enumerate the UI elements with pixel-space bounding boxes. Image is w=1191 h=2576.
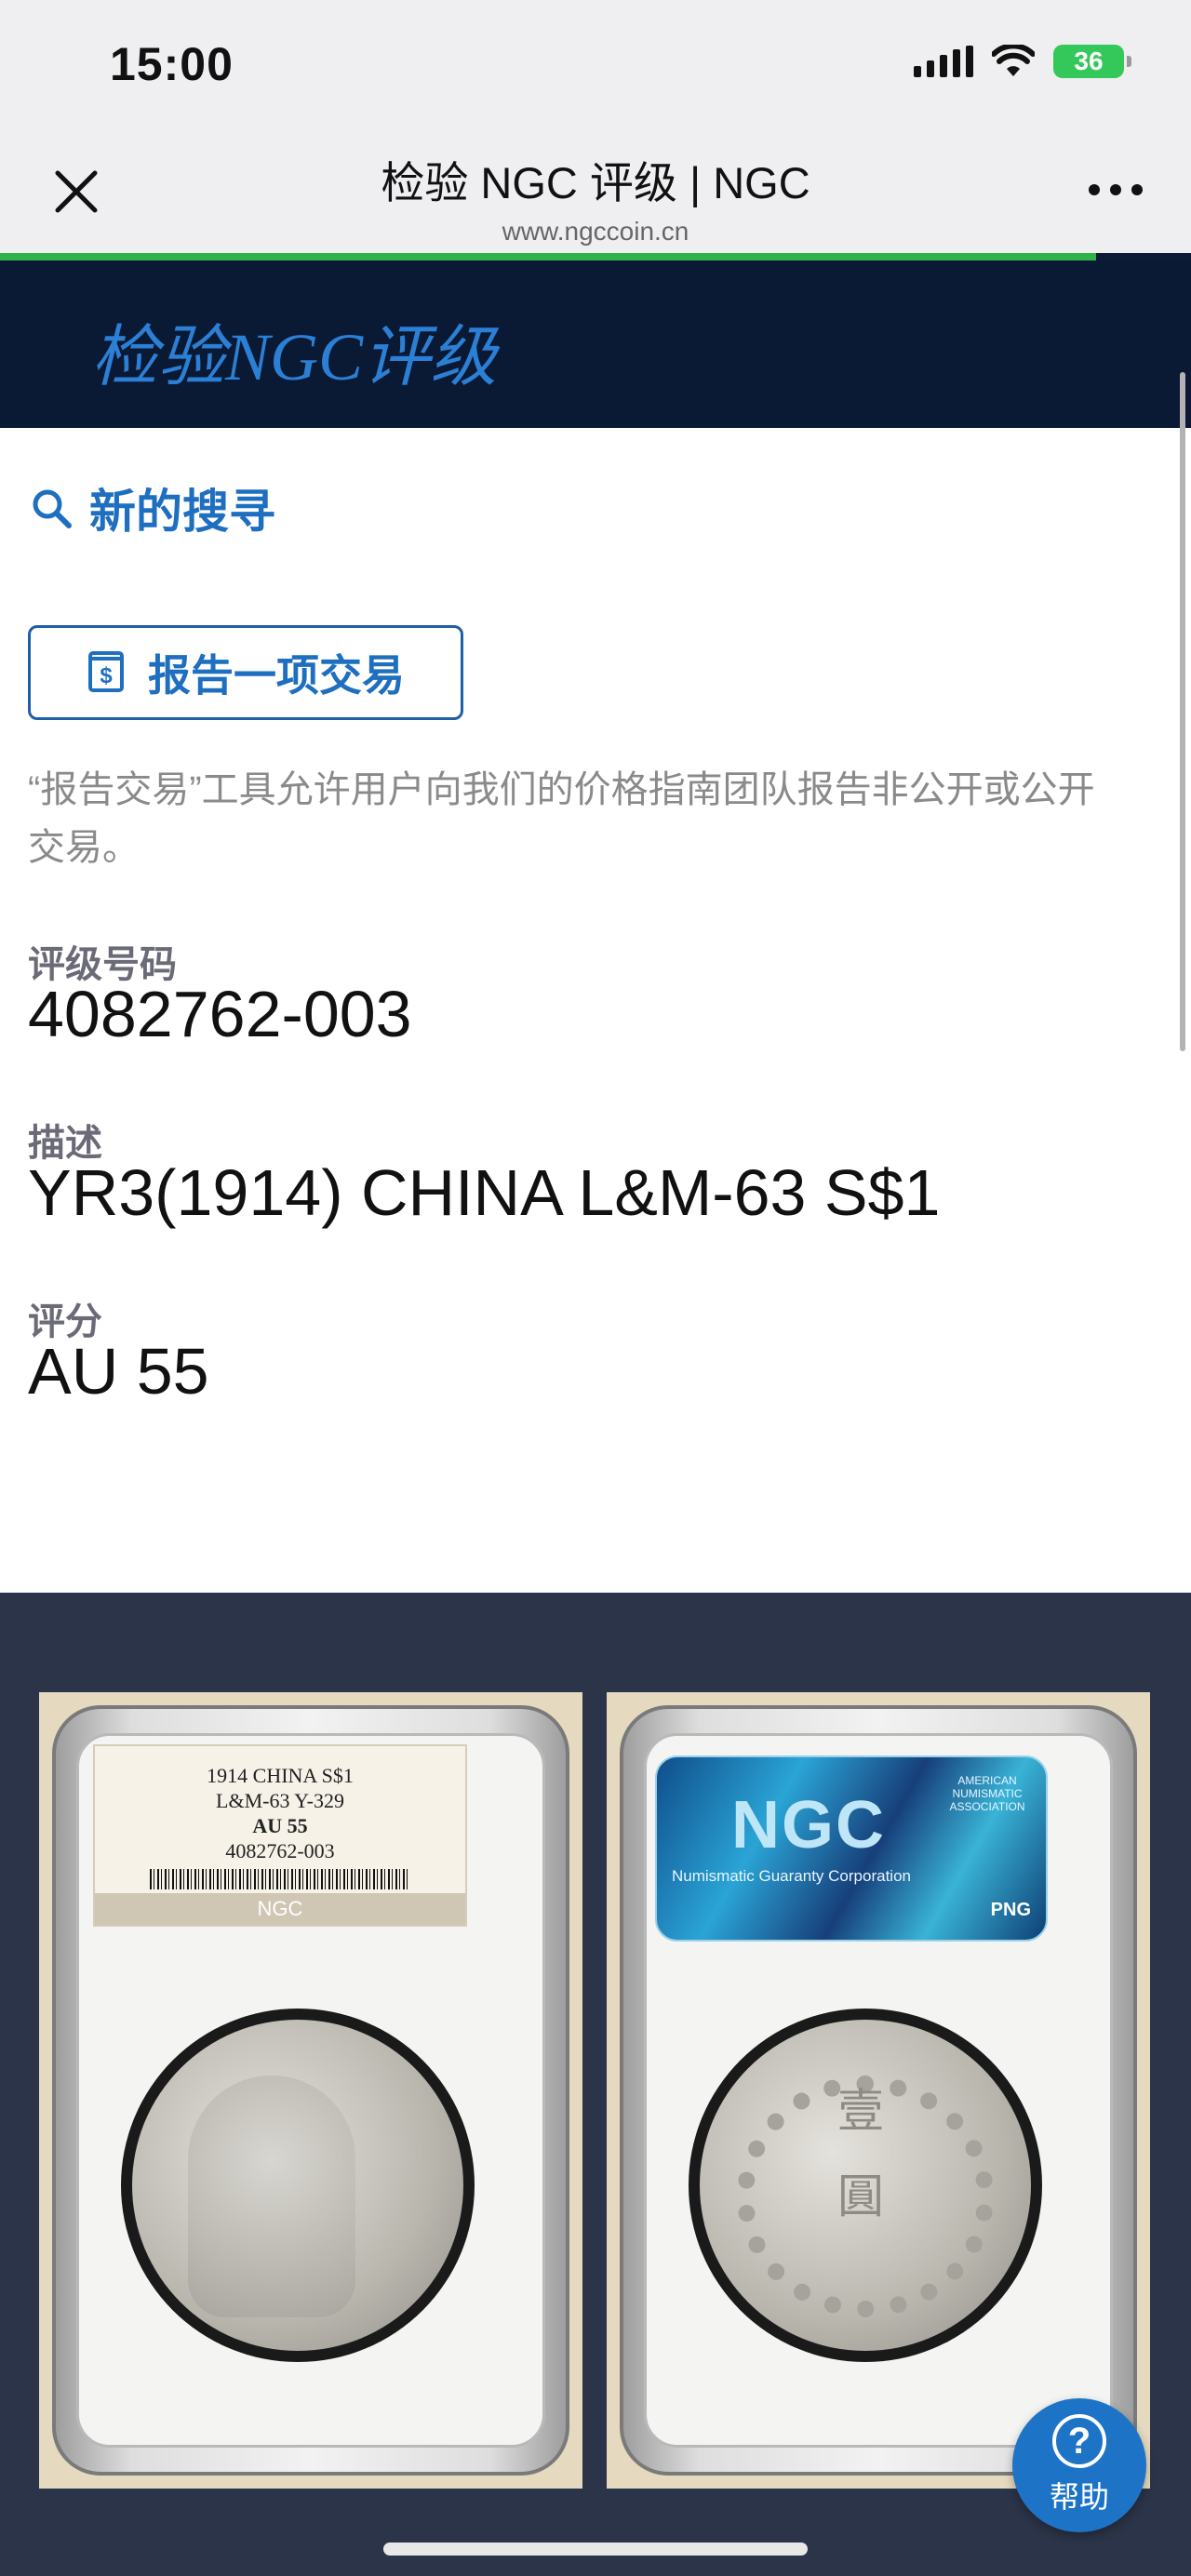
- svg-text:$: $: [100, 663, 113, 688]
- reverse-image[interactable]: NGC Numismatic Guaranty Corporation AMER…: [607, 1692, 1150, 2489]
- status-time: 15:00: [110, 38, 234, 90]
- wifi-icon: [992, 45, 1035, 76]
- more-options-button[interactable]: [1089, 184, 1143, 195]
- receipt-dollar-icon: $: [88, 651, 124, 692]
- slab-label: 1914 CHINA S$1 L&M-63 Y-329 AU 55 408276…: [93, 1744, 467, 1927]
- portrait-icon: [188, 2075, 355, 2317]
- scrollbar[interactable]: [1180, 372, 1185, 1051]
- battery-icon: 36: [1053, 45, 1131, 78]
- help-button[interactable]: ? 帮助: [1012, 2398, 1146, 2532]
- cellular-signal-icon: [914, 46, 973, 77]
- report-description: “报告交易”工具允许用户向我们的价格指南团队报告非公开或公开交易。: [28, 769, 1095, 868]
- dot-icon: [1131, 184, 1143, 195]
- home-indicator[interactable]: [383, 2543, 808, 2556]
- slab-label-grade: AU 55: [252, 1814, 308, 1837]
- coin-reverse: 壹 圓: [700, 2020, 1031, 2351]
- ngc-subtitle: Numismatic Guaranty Corporation: [672, 1867, 911, 1885]
- slab-label-line: L&M-63 Y-329: [216, 1789, 344, 1812]
- dot-icon: [1089, 184, 1100, 195]
- page-title: 检验 NGC 评级 | NGC: [381, 158, 810, 207]
- ngc-logo: NGC: [731, 1788, 886, 1862]
- grade-value: AU 55: [28, 1335, 209, 1408]
- new-search-link[interactable]: 新的搜寻: [30, 474, 275, 541]
- barcode-icon: [150, 1869, 410, 1889]
- coin-image-gallery: 1914 CHINA S$1 L&M-63 Y-329 AU 55 408276…: [0, 1593, 1191, 2576]
- slab-label-line: 1914 CHINA S$1: [207, 1764, 354, 1787]
- page-title-area: 检验 NGC 评级 | NGC www.ngccoin.cn: [0, 147, 1191, 247]
- browser-chrome: 15:00 36 检验 NGC 评级 | NGC www.ngccoin.cn: [0, 0, 1191, 253]
- page-url: www.ngccoin.cn: [502, 217, 689, 246]
- question-icon: ?: [1052, 2414, 1106, 2468]
- hologram-label: NGC Numismatic Guaranty Corporation AMER…: [655, 1755, 1048, 1942]
- site-header: 检验NGC评级: [0, 260, 1191, 428]
- battery-level: 36: [1074, 47, 1104, 75]
- new-search-label: 新的搜寻: [89, 486, 275, 538]
- slab-label-brand: NGC: [95, 1893, 465, 1925]
- search-icon: [33, 489, 72, 528]
- coin-glyph: 壹: [837, 2084, 884, 2138]
- report-transaction-label: 报告一项交易: [148, 651, 405, 700]
- description-value: YR3(1914) CHINA L&M-63 S$1: [28, 1156, 941, 1229]
- dot-icon: [1110, 184, 1121, 195]
- coin-glyph: 圓: [837, 2169, 884, 2223]
- report-transaction-button[interactable]: $ 报告一项交易: [28, 625, 463, 720]
- slab-label-cert: 4082762-003: [225, 1839, 335, 1862]
- status-icons: 36: [914, 45, 1131, 78]
- png-logo: PNG: [990, 1900, 1031, 1920]
- coin-obverse: [132, 2020, 463, 2351]
- page-load-progress: [0, 253, 1096, 260]
- cert-number-value: 4082762-003: [28, 978, 412, 1050]
- help-label: 帮助: [1049, 2480, 1109, 2514]
- obverse-image[interactable]: 1914 CHINA S$1 L&M-63 Y-329 AU 55 408276…: [39, 1692, 582, 2489]
- site-heading: 检验NGC评级: [91, 320, 498, 394]
